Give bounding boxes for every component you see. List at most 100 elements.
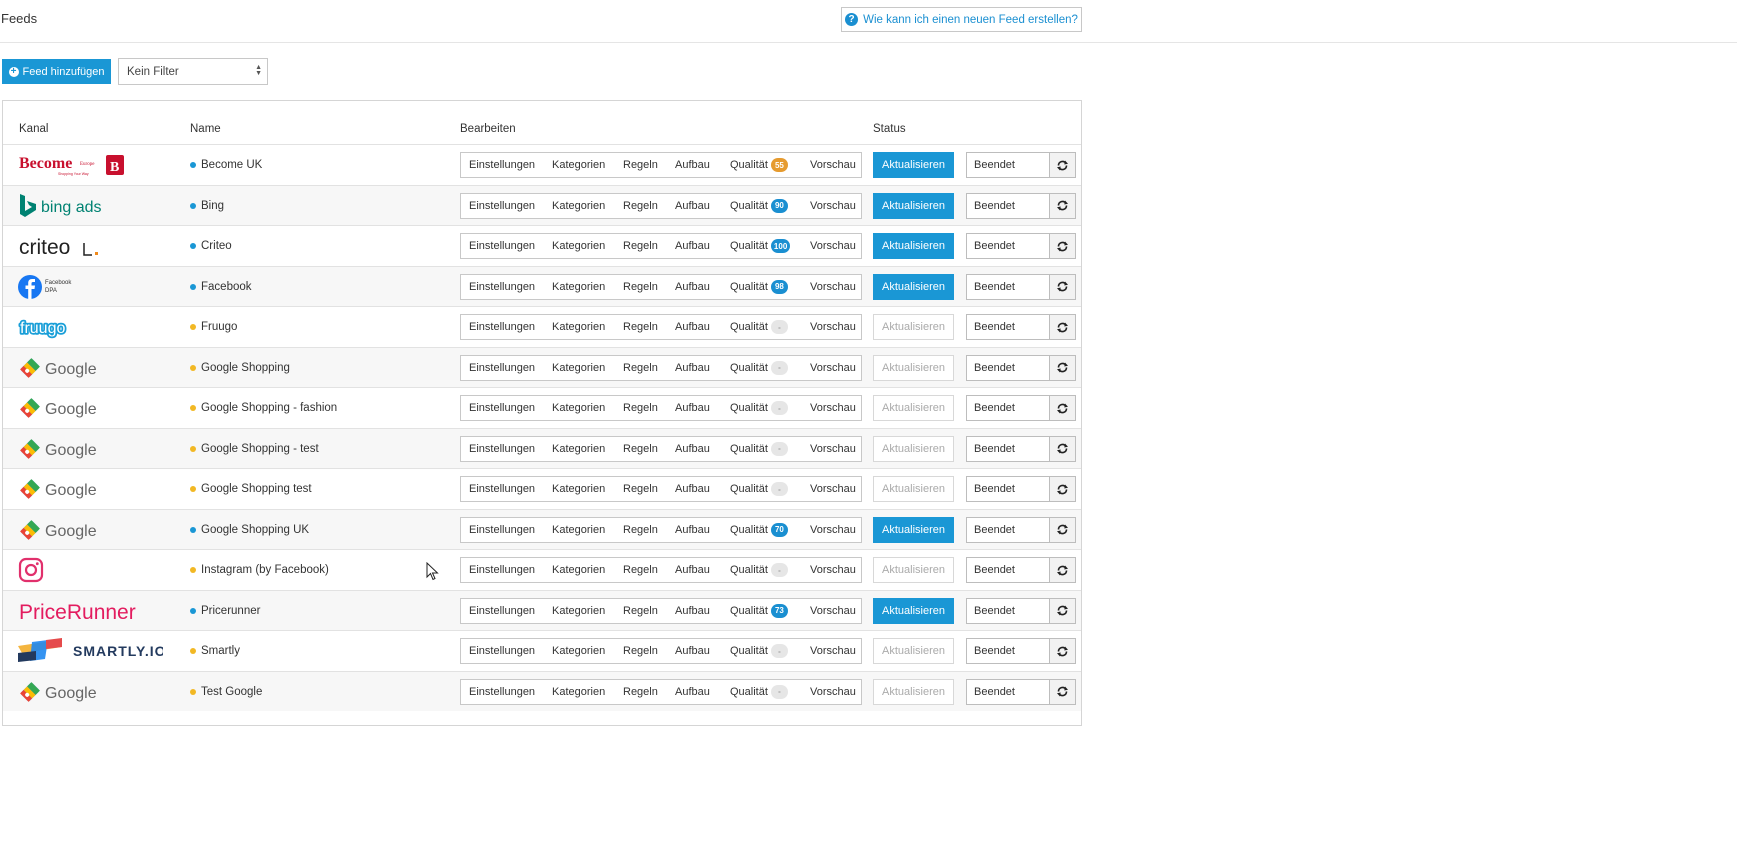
rules-button[interactable]: Regeln: [623, 159, 658, 171]
preview-button[interactable]: Vorschau: [810, 645, 856, 657]
refresh-button[interactable]: [1049, 234, 1075, 258]
structure-button[interactable]: Aufbau: [675, 159, 710, 171]
refresh-button[interactable]: [1049, 274, 1075, 299]
refresh-button[interactable]: [1049, 477, 1075, 501]
preview-button[interactable]: Vorschau: [810, 362, 856, 374]
structure-button[interactable]: Aufbau: [675, 443, 710, 455]
categories-button[interactable]: Kategorien: [552, 321, 605, 333]
structure-button[interactable]: Aufbau: [675, 321, 710, 333]
settings-button[interactable]: Einstellungen: [469, 281, 535, 293]
categories-button[interactable]: Kategorien: [552, 645, 605, 657]
quality-button[interactable]: Qualität 100: [730, 239, 791, 253]
add-feed-button[interactable]: + Feed hinzufügen: [2, 59, 111, 84]
refresh-button[interactable]: [1049, 679, 1075, 704]
rules-button[interactable]: Regeln: [623, 605, 658, 617]
quality-button[interactable]: Qualität -: [730, 644, 788, 658]
categories-button[interactable]: Kategorien: [552, 686, 605, 698]
structure-button[interactable]: Aufbau: [675, 686, 710, 698]
refresh-button[interactable]: [1049, 193, 1075, 218]
quality-button[interactable]: Qualität 73: [730, 603, 788, 618]
structure-button[interactable]: Aufbau: [675, 240, 710, 252]
refresh-button[interactable]: [1049, 598, 1075, 623]
rules-button[interactable]: Regeln: [623, 443, 658, 455]
preview-button[interactable]: Vorschau: [810, 281, 856, 293]
quality-button[interactable]: Qualität 90: [730, 198, 788, 213]
rules-button[interactable]: Regeln: [623, 564, 658, 576]
rules-button[interactable]: Regeln: [623, 645, 658, 657]
categories-button[interactable]: Kategorien: [552, 159, 605, 171]
structure-button[interactable]: Aufbau: [675, 362, 710, 374]
categories-button[interactable]: Kategorien: [552, 443, 605, 455]
preview-button[interactable]: Vorschau: [810, 483, 856, 495]
rules-button[interactable]: Regeln: [623, 483, 658, 495]
quality-button[interactable]: Qualität -: [730, 360, 788, 375]
update-button[interactable]: Aktualisieren: [873, 273, 954, 300]
preview-button[interactable]: Vorschau: [810, 443, 856, 455]
rules-button[interactable]: Regeln: [623, 524, 658, 536]
categories-button[interactable]: Kategorien: [552, 605, 605, 617]
refresh-button[interactable]: [1049, 517, 1075, 542]
update-button[interactable]: Aktualisieren: [873, 192, 954, 219]
settings-button[interactable]: Einstellungen: [469, 321, 535, 333]
quality-button[interactable]: Qualität -: [730, 482, 788, 496]
update-button[interactable]: Aktualisieren: [873, 516, 954, 543]
refresh-button[interactable]: [1049, 639, 1075, 663]
settings-button[interactable]: Einstellungen: [469, 402, 535, 414]
quality-button[interactable]: Qualität 70: [730, 522, 788, 537]
preview-button[interactable]: Vorschau: [810, 564, 856, 576]
settings-button[interactable]: Einstellungen: [469, 524, 535, 536]
settings-button[interactable]: Einstellungen: [469, 605, 535, 617]
rules-button[interactable]: Regeln: [623, 321, 658, 333]
settings-button[interactable]: Einstellungen: [469, 483, 535, 495]
refresh-button[interactable]: [1049, 436, 1075, 461]
update-button[interactable]: Aktualisieren: [873, 597, 954, 624]
rules-button[interactable]: Regeln: [623, 281, 658, 293]
help-button[interactable]: ? Wie kann ich einen neuen Feed erstelle…: [841, 7, 1082, 32]
settings-button[interactable]: Einstellungen: [469, 362, 535, 374]
structure-button[interactable]: Aufbau: [675, 281, 710, 293]
settings-button[interactable]: Einstellungen: [469, 200, 535, 212]
categories-button[interactable]: Kategorien: [552, 402, 605, 414]
preview-button[interactable]: Vorschau: [810, 321, 856, 333]
refresh-button[interactable]: [1049, 153, 1075, 177]
update-button[interactable]: Aktualisieren: [873, 152, 954, 178]
update-button[interactable]: Aktualisieren: [873, 233, 954, 259]
quality-button[interactable]: Qualität -: [730, 441, 788, 456]
categories-button[interactable]: Kategorien: [552, 240, 605, 252]
preview-button[interactable]: Vorschau: [810, 240, 856, 252]
structure-button[interactable]: Aufbau: [675, 645, 710, 657]
quality-button[interactable]: Qualität 98: [730, 279, 788, 294]
preview-button[interactable]: Vorschau: [810, 402, 856, 414]
quality-button[interactable]: Qualität -: [730, 401, 788, 415]
quality-button[interactable]: Qualität -: [730, 684, 788, 699]
settings-button[interactable]: Einstellungen: [469, 443, 535, 455]
rules-button[interactable]: Regeln: [623, 240, 658, 252]
refresh-button[interactable]: [1049, 355, 1075, 380]
quality-button[interactable]: Qualität -: [730, 320, 788, 334]
rules-button[interactable]: Regeln: [623, 402, 658, 414]
settings-button[interactable]: Einstellungen: [469, 240, 535, 252]
settings-button[interactable]: Einstellungen: [469, 645, 535, 657]
settings-button[interactable]: Einstellungen: [469, 564, 535, 576]
structure-button[interactable]: Aufbau: [675, 564, 710, 576]
quality-button[interactable]: Qualität 55: [730, 158, 788, 172]
preview-button[interactable]: Vorschau: [810, 605, 856, 617]
preview-button[interactable]: Vorschau: [810, 200, 856, 212]
categories-button[interactable]: Kategorien: [552, 281, 605, 293]
refresh-button[interactable]: [1049, 558, 1075, 582]
rules-button[interactable]: Regeln: [623, 200, 658, 212]
preview-button[interactable]: Vorschau: [810, 159, 856, 171]
settings-button[interactable]: Einstellungen: [469, 686, 535, 698]
refresh-button[interactable]: [1049, 315, 1075, 339]
categories-button[interactable]: Kategorien: [552, 483, 605, 495]
quality-button[interactable]: Qualität -: [730, 563, 788, 577]
rules-button[interactable]: Regeln: [623, 362, 658, 374]
categories-button[interactable]: Kategorien: [552, 524, 605, 536]
refresh-button[interactable]: [1049, 396, 1075, 420]
structure-button[interactable]: Aufbau: [675, 402, 710, 414]
rules-button[interactable]: Regeln: [623, 686, 658, 698]
preview-button[interactable]: Vorschau: [810, 524, 856, 536]
structure-button[interactable]: Aufbau: [675, 483, 710, 495]
preview-button[interactable]: Vorschau: [810, 686, 856, 698]
settings-button[interactable]: Einstellungen: [469, 159, 535, 171]
